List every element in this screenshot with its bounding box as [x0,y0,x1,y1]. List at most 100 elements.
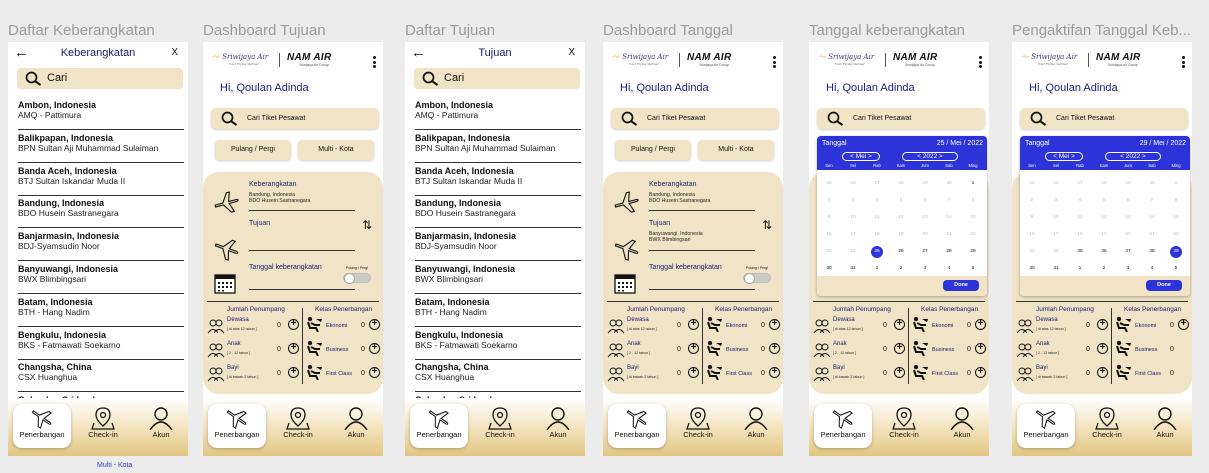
calendar-day[interactable]: 4 [1068,198,1092,203]
add-passenger-button[interactable]: + [288,319,299,330]
done-button[interactable]: Done [943,280,979,291]
list-item[interactable]: Banyuwangi, Indonesia BWX Blimbingsari [405,264,585,297]
done-button[interactable]: Done [1146,280,1182,291]
nav-account-tab[interactable]: Akun [535,404,581,448]
list-item[interactable]: Balikpapan, Indonesia BPN Sultan Aji Muha… [405,133,585,166]
list-item[interactable]: Banda Aceh, Indonesia BTJ Sultan Iskandar… [8,166,188,199]
add-passenger-button[interactable]: + [288,367,299,378]
nav-account-tab[interactable]: Akun [333,404,379,448]
calendar-day[interactable]: 27 [1068,181,1092,186]
add-passenger-button[interactable]: + [1097,343,1108,354]
nav-account-tab[interactable]: Akun [939,404,985,448]
calendar-day[interactable]: 2 [1092,266,1116,271]
kebab-menu-icon[interactable] [773,56,777,70]
add-passenger-button[interactable]: + [894,343,905,354]
calendar-day[interactable]: 21 [1140,232,1164,237]
kebab-menu-icon[interactable] [1182,56,1186,70]
calendar-day[interactable]: 27 [913,249,937,254]
list-item[interactable]: Banyuwangi, Indonesia BWX Blimbingsari [8,264,188,297]
add-passenger-button[interactable]: + [894,319,905,330]
calendar-day[interactable]: 14 [1140,215,1164,220]
calendar-day[interactable]: 14 [937,215,961,220]
calendar-day[interactable]: 30 [937,181,961,186]
calendar-day[interactable]: 1 [865,266,889,271]
calendar-day[interactable]: 28 [937,249,961,254]
calendar-day[interactable]: 27 [1116,249,1140,254]
list-item[interactable]: Ambon, Indonesia AMQ - Pattimura [405,100,585,133]
calendar-day[interactable]: 2 [889,266,913,271]
calendar-day[interactable]: 5 [1164,266,1188,271]
calendar-day[interactable]: 4 [865,198,889,203]
search-ticket-button[interactable]: Cari Tiket Pesawat [817,108,985,129]
round-trip-toggle[interactable] [743,273,771,284]
calendar-day[interactable]: 1 [1068,266,1092,271]
calendar-day[interactable]: 19 [889,232,913,237]
round-trip-toggle[interactable] [343,273,371,284]
nav-checkin-tab[interactable]: Check-in [673,404,723,448]
calendar-day[interactable]: 28 [1140,249,1164,254]
add-class-button[interactable]: + [769,319,780,330]
search-ticket-button[interactable]: Cari Tiket Pesawat [211,108,379,129]
calendar-day[interactable]: 8 [1164,198,1188,203]
calendar-day[interactable]: 10 [841,215,865,220]
add-passenger-button[interactable]: + [688,319,699,330]
add-passenger-button[interactable]: + [688,343,699,354]
search-ticket-button[interactable]: Cari Tiket Pesawat [1020,108,1188,129]
swap-icon[interactable]: ⇅ [762,218,772,232]
round-trip-button[interactable]: Pulang / Pergi [615,140,691,160]
list-item[interactable]: Banda Aceh, Indonesia BTJ Sultan Iskandar… [405,166,585,199]
add-class-button[interactable]: + [769,367,780,378]
calendar-day[interactable]: 23 [1020,249,1044,254]
multi-city-button[interactable]: Multi - Kota [698,140,774,160]
calendar-day[interactable]: 12 [889,215,913,220]
calendar-day[interactable]: 16 [1020,232,1044,237]
list-item[interactable]: Bengkulu, Indonesia BKS - Fatmawati Soeka… [8,330,188,363]
destination-value[interactable]: Banyuwangi, Indonesia BWX Blimbingsari [649,231,703,243]
nav-checkin-tab[interactable]: Check-in [78,404,128,448]
calendar-day[interactable]: 26 [889,249,913,254]
calendar-day[interactable]: 19 [1092,232,1116,237]
add-passenger-button[interactable]: + [288,343,299,354]
calendar-day[interactable]: 8 [961,198,985,203]
round-trip-button[interactable]: Pulang / Pergi [215,140,291,160]
add-passenger-button[interactable]: + [894,367,905,378]
calendar-day[interactable]: 2 [817,198,841,203]
year-selector[interactable]: < 2022 > [1105,152,1161,161]
calendar-day[interactable]: 24 [841,249,865,254]
nav-flights-tab[interactable]: Penerbangan [410,404,468,448]
calendar-day[interactable]: 29 [913,181,937,186]
calendar-day[interactable]: 5 [889,198,913,203]
calendar-day[interactable]: 4 [1140,266,1164,271]
calendar-day[interactable]: 3 [1044,198,1068,203]
nav-flights-tab[interactable]: Penerbangan [814,404,872,448]
calendar-day[interactable]: 1 [1164,181,1188,186]
add-passenger-button[interactable]: + [1097,319,1108,330]
calendar-day[interactable]: 18 [1068,232,1092,237]
calendar-day[interactable]: 30 [1020,266,1044,271]
search-input[interactable]: Cari [17,68,183,89]
calendar-day[interactable]: 31 [841,266,865,271]
add-class-button[interactable]: + [975,343,986,354]
calendar-day[interactable]: 7 [1140,198,1164,203]
nav-flights-tab[interactable]: Penerbangan [1017,404,1075,448]
calendar-day[interactable]: 9 [817,215,841,220]
nav-checkin-tab[interactable]: Check-in [879,404,929,448]
calendar-day[interactable]: 7 [937,198,961,203]
calendar-day[interactable]: 25 [1068,249,1092,254]
calendar-day[interactable]: 26 [1044,181,1068,186]
calendar-day[interactable]: 3 [841,198,865,203]
nav-account-tab[interactable]: Akun [138,404,184,448]
calendar-day[interactable]: 6 [1116,198,1140,203]
calendar-day[interactable]: 13 [1116,215,1140,220]
calendar-day[interactable]: 3 [913,266,937,271]
list-item[interactable]: Changsha, China CSX Huanghua [405,362,585,395]
calendar-day[interactable]: 25 [817,181,841,186]
search-input[interactable]: Cari [414,68,580,89]
nav-flights-tab[interactable]: Penerbangan [208,404,266,448]
add-class-button[interactable]: + [369,343,380,354]
nav-account-tab[interactable]: Akun [733,404,779,448]
calendar-day[interactable]: 5 [1092,198,1116,203]
calendar-day[interactable]: 22 [1164,232,1188,237]
month-selector[interactable]: < Mei > [842,152,880,161]
calendar-day[interactable]: 27 [865,181,889,186]
